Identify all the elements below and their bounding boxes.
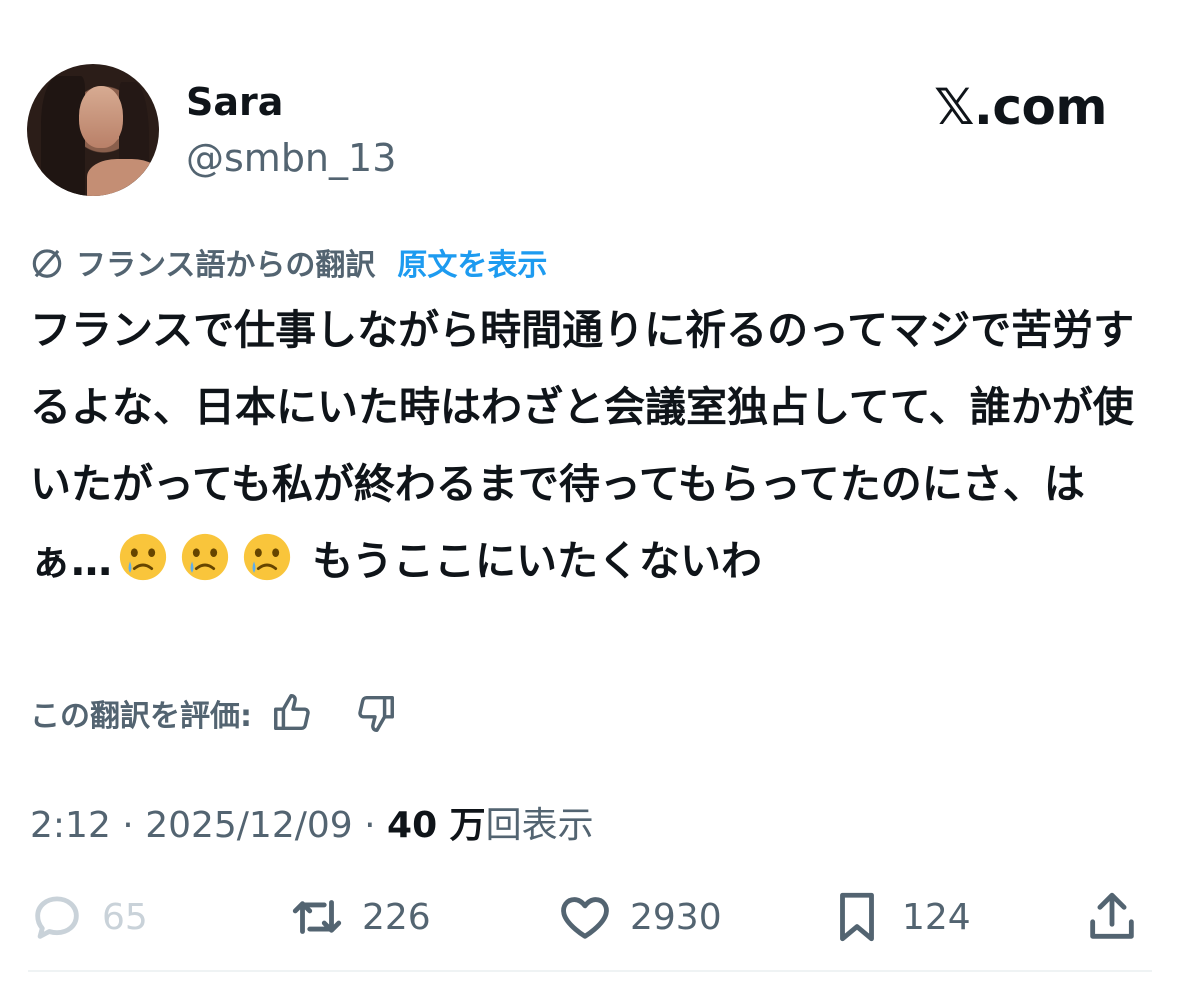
- avatar-face: [79, 86, 123, 148]
- x-logo-text: 𝕏.com: [934, 78, 1107, 136]
- face-holding-back-tears-icon: [181, 533, 229, 581]
- bookmark-icon: [840, 892, 874, 942]
- rate-translation-label: この翻訳を評価:: [30, 699, 252, 734]
- translation-row: フランス語からの翻訳 原文を表示: [28, 240, 547, 284]
- face-holding-back-tears-icon: [119, 533, 167, 581]
- share-icon: [1090, 892, 1134, 939]
- views-label: 回表示: [485, 805, 594, 846]
- action-bar: 65 226 2930 124: [28, 888, 1148, 958]
- tweet-text-part2: もうここにいたくないわ: [298, 537, 763, 585]
- face-holding-back-tears-icon: [243, 533, 291, 581]
- rate-translation-row: この翻訳を評価:: [30, 690, 398, 736]
- repost-icon: [292, 900, 342, 934]
- views-count: 40 万: [387, 805, 486, 846]
- avatar-shoulder: [87, 159, 159, 196]
- tweet-text: フランスで仕事しながら時間通りに祈るのってマジで苦労するよな、日本にいた時はわざ…: [30, 292, 1150, 600]
- user-handle[interactable]: @smbn_13: [186, 136, 396, 180]
- like-count: 2930: [630, 896, 722, 938]
- thumbs-up-icon[interactable]: [270, 690, 316, 736]
- reply-button[interactable]: 65: [28, 888, 148, 946]
- like-button[interactable]: 2930: [556, 888, 722, 946]
- tweet-time[interactable]: 2:12: [30, 805, 111, 846]
- tweet-meta: 2:12 · 2025/12/09 · 40 万回表示: [30, 796, 594, 848]
- reply-count: 65: [102, 896, 148, 938]
- show-original-link[interactable]: 原文を表示: [397, 240, 547, 284]
- tweet-date[interactable]: 2025/12/09: [145, 805, 353, 846]
- avatar-hair-left: [41, 76, 85, 196]
- translated-from-label: フランス語からの翻訳: [76, 248, 376, 283]
- meta-separator: ·: [110, 805, 146, 846]
- thumbs-down-icon[interactable]: [352, 690, 398, 736]
- bookmark-count: 124: [902, 896, 971, 938]
- meta-separator: ·: [352, 805, 388, 846]
- repost-button[interactable]: 226: [288, 888, 431, 946]
- translate-icon: [32, 249, 62, 278]
- avatar[interactable]: [27, 64, 159, 196]
- divider: [28, 970, 1152, 972]
- reply-icon: [35, 896, 79, 939]
- share-button[interactable]: [1083, 888, 1141, 946]
- heart-icon: [561, 897, 609, 939]
- display-name[interactable]: Sara: [186, 80, 283, 124]
- bookmark-button[interactable]: 124: [828, 888, 971, 946]
- repost-count: 226: [362, 896, 431, 938]
